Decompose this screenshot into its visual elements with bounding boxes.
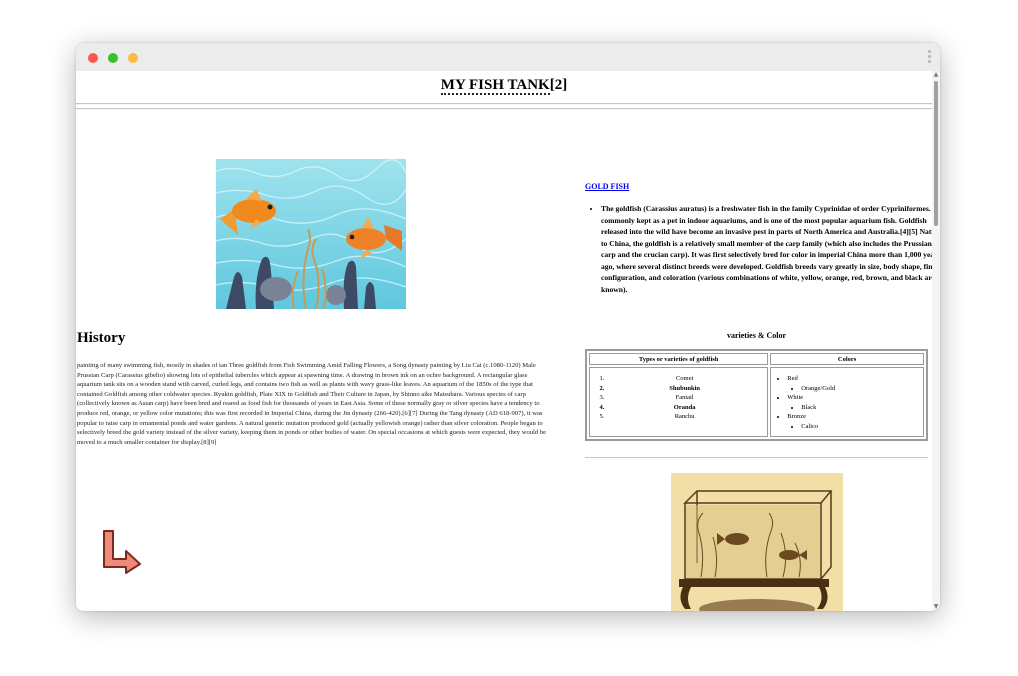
- color-item: White Black: [787, 393, 919, 412]
- scroll-down-icon[interactable]: ▼: [932, 603, 940, 611]
- color-item: Red Orange/Gold: [787, 374, 919, 393]
- more-options-icon[interactable]: [928, 50, 932, 65]
- color-name: Bronze: [787, 413, 807, 421]
- browser-window: MY FISH TANK[2] History painting of many…: [76, 43, 940, 611]
- header-divider: [76, 103, 932, 105]
- color-subitem: Orange/Gold: [801, 384, 919, 394]
- table-header-colors: Colors: [770, 353, 924, 365]
- history-paragraph: painting of many swimming fish, mostly i…: [77, 362, 547, 446]
- type-item: Ranchu: [606, 412, 763, 422]
- colors-cell: Red Orange/Gold White Black Bronze Calic…: [770, 367, 924, 437]
- close-button[interactable]: [88, 53, 98, 63]
- goldfish-pond-image: [216, 159, 406, 309]
- goldfish-description: The goldfish (Carassius auratus) is a fr…: [601, 203, 932, 295]
- arrow-turn-right-icon[interactable]: [100, 529, 144, 575]
- scroll-up-icon[interactable]: ▲: [932, 71, 940, 79]
- color-subitem: Calico: [801, 422, 919, 432]
- goldfish-description-list: The goldfish (Carassius auratus) is a fr…: [585, 203, 932, 295]
- color-name: White: [787, 394, 804, 402]
- types-list: Comet Shubunkin Fantail Oranda Ranchu: [594, 374, 763, 422]
- gold-fish-link[interactable]: GOLD FISH: [585, 182, 629, 191]
- page-title: MY FISH TANK[2]: [76, 77, 932, 95]
- maximize-button[interactable]: [128, 53, 138, 63]
- colors-list: Red Orange/Gold White Black Bronze Calic…: [775, 374, 919, 432]
- history-heading: History: [77, 330, 126, 346]
- scrollbar-thumb[interactable]: [934, 81, 938, 226]
- table-header-types: Types or varieties of goldfish: [589, 353, 769, 365]
- minimize-button[interactable]: [108, 53, 118, 63]
- page-title-abbr: MY FISH TANK: [440, 77, 550, 95]
- vertical-scrollbar[interactable]: ▲ ▼: [932, 71, 940, 611]
- page-title-ref[interactable]: [2]: [550, 77, 568, 93]
- table-caption: varieties & Color: [726, 331, 787, 340]
- color-name: Red: [787, 375, 798, 382]
- section-divider: [585, 457, 928, 458]
- type-item: Comet: [606, 374, 763, 384]
- type-item: Fantail: [606, 393, 763, 403]
- varieties-table: Types or varieties of goldfish Colors Co…: [585, 349, 928, 441]
- title-bar: [76, 43, 940, 71]
- type-item: Shubunkin: [606, 384, 763, 394]
- color-subitem: Black: [801, 403, 919, 413]
- vintage-aquarium-image: [671, 473, 843, 611]
- color-item: Bronze Calico: [787, 412, 919, 431]
- header-divider-2: [76, 108, 932, 110]
- type-item: Oranda: [606, 403, 763, 413]
- types-cell: Comet Shubunkin Fantail Oranda Ranchu: [589, 367, 769, 437]
- page-content: MY FISH TANK[2] History painting of many…: [76, 71, 932, 611]
